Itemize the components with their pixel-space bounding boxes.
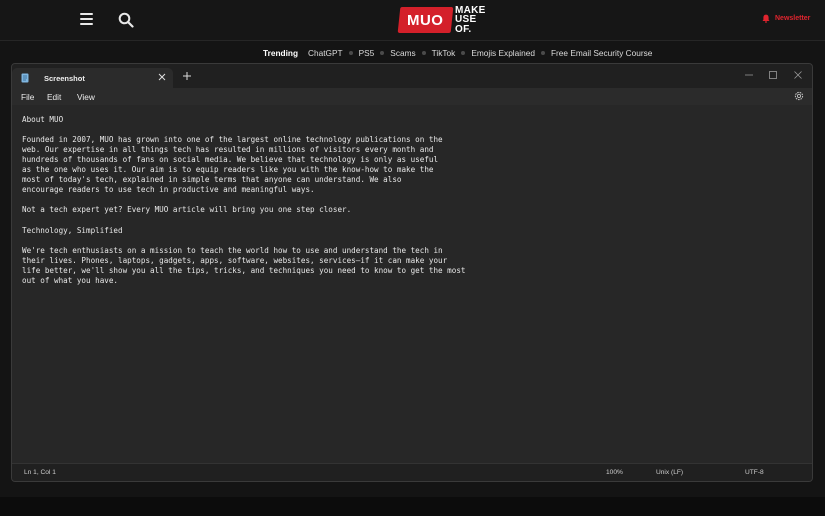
menu-bar: File Edit View (12, 88, 812, 105)
notepad-window: Screenshot File Edit View About MUO Foun… (11, 63, 813, 482)
separator-dot (380, 51, 385, 55)
tab-screenshot[interactable]: Screenshot (12, 68, 173, 88)
logo-mark: MUO (397, 7, 454, 33)
maximize-icon[interactable] (767, 69, 779, 81)
minimize-icon[interactable] (743, 69, 755, 81)
newsletter-link[interactable]: Newsletter (762, 14, 810, 23)
encoding: UTF-8 (745, 469, 764, 476)
menu-view[interactable]: View (77, 92, 95, 102)
trending-list: ChatGPT PS5 Scams TikTok Emojis Explaine… (308, 48, 652, 58)
page-footer-strip (0, 497, 825, 516)
logo-mark-text: MUO (407, 11, 444, 29)
tab-title: Screenshot (44, 74, 85, 83)
trending-link[interactable]: PS5 (359, 48, 375, 58)
line-ending: Unix (LF) (656, 469, 684, 476)
zoom-level: 100% (606, 469, 623, 476)
search-icon[interactable] (118, 12, 134, 28)
trending-link[interactable]: ChatGPT (308, 48, 343, 58)
close-icon[interactable] (792, 69, 804, 81)
hamburger-icon[interactable] (80, 13, 93, 25)
plus-icon[interactable] (182, 71, 192, 81)
close-icon[interactable] (157, 72, 167, 82)
text-editor[interactable]: About MUO Founded in 2007, MUO has grown… (12, 105, 812, 463)
separator-dot (461, 51, 466, 55)
trending-label: Trending (263, 48, 299, 58)
separator-dot (348, 51, 353, 55)
separator-dot (540, 51, 545, 55)
cursor-position: Ln 1, Col 1 (24, 469, 56, 476)
site-header: MUO MAKE USE OF. Newsletter (0, 0, 825, 41)
bell-icon (762, 14, 770, 23)
document-text[interactable]: About MUO Founded in 2007, MUO has grown… (22, 115, 465, 286)
status-bar: Ln 1, Col 1 100% Unix (LF) UTF-8 (12, 463, 812, 481)
site-logo[interactable]: MUO MAKE USE OF. (397, 5, 486, 35)
gear-icon[interactable] (793, 90, 805, 102)
trending-bar: Trending ChatGPT PS5 Scams TikTok Emojis… (0, 41, 825, 63)
trending-link[interactable]: Free Email Security Course (551, 48, 652, 58)
trending-link[interactable]: Scams (390, 48, 415, 58)
trending-link[interactable]: Emojis Explained (471, 48, 535, 58)
logo-word: OF. (455, 23, 472, 35)
trending-link[interactable]: TikTok (432, 48, 456, 58)
title-bar: Screenshot (12, 64, 812, 88)
menu-edit[interactable]: Edit (47, 92, 61, 102)
logo-wordmark: MAKE USE OF. (455, 6, 486, 35)
menu-file[interactable]: File (21, 92, 34, 102)
newsletter-label: Newsletter (775, 15, 811, 22)
separator-dot (421, 51, 426, 55)
notepad-icon (21, 73, 29, 83)
